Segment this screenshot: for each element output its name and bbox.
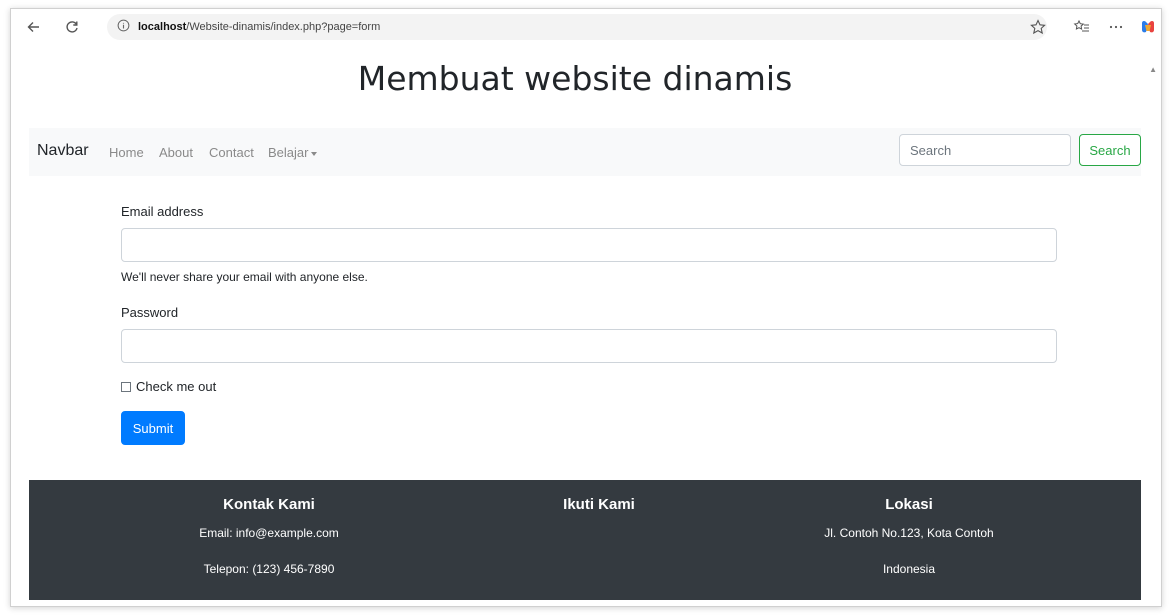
favorite-star-icon[interactable] [1029, 18, 1047, 36]
nav-link-about[interactable]: About [159, 145, 193, 160]
footer-location-heading: Lokasi [885, 496, 933, 513]
footer-contact-heading: Kontak Kami [223, 496, 315, 513]
email-field[interactable] [121, 228, 1057, 262]
nav-dropdown-belajar[interactable]: Belajar [268, 145, 318, 160]
favorites-list-icon[interactable] [1073, 18, 1091, 36]
info-icon[interactable] [117, 19, 130, 35]
email-label: Email address [121, 204, 204, 219]
footer-location-address: Jl. Contoh No.123, Kota Contoh [824, 526, 994, 540]
navbar-brand[interactable]: Navbar [37, 142, 89, 160]
search-button[interactable]: Search [1079, 134, 1141, 166]
url-host: localhost [138, 21, 187, 33]
footer-contact-email: Email: info@example.com [199, 526, 339, 540]
nav-link-home[interactable]: Home [109, 145, 144, 160]
password-field[interactable] [121, 329, 1057, 363]
back-arrow-icon[interactable] [25, 18, 43, 36]
dropdown-caret-icon [311, 151, 318, 156]
password-label: Password [121, 305, 179, 320]
address-bar[interactable]: localhost/Website-dinamis/index.php?page… [107, 14, 1047, 40]
nav-link-contact[interactable]: Contact [209, 145, 254, 160]
check-me-out-row[interactable]: Check me out [121, 379, 216, 394]
search-input[interactable] [899, 134, 1071, 166]
scroll-up-arrow-icon[interactable]: ▲ [1149, 65, 1157, 74]
submit-button[interactable]: Submit [121, 411, 185, 445]
reload-icon[interactable] [63, 18, 81, 36]
footer-follow-heading: Ikuti Kami [563, 496, 635, 513]
checkbox-label[interactable]: Check me out [136, 379, 216, 394]
navbar: Navbar Home About Contact Belajar Search [29, 128, 1141, 176]
email-help-text: We'll never share your email with anyone… [121, 270, 368, 284]
browser-toolbar: localhost/Website-dinamis/index.php?page… [11, 9, 1161, 45]
footer-contact-phone: Telepon: (123) 456-7890 [203, 562, 335, 576]
browser-window: localhost/Website-dinamis/index.php?page… [10, 8, 1162, 607]
nav-dropdown-label: Belajar [268, 145, 309, 160]
check-me-out-checkbox[interactable] [121, 381, 131, 392]
footer-location-country: Indonesia [882, 562, 936, 576]
page-title: Membuat website dinamis [357, 59, 793, 98]
copilot-icon[interactable] [1139, 18, 1157, 36]
url-path: /Website-dinamis/index.php?page=form [186, 21, 381, 33]
page-content: ▲ Membuat website dinamis Navbar Home Ab… [11, 45, 1161, 606]
more-options-icon[interactable] [1107, 18, 1125, 36]
footer: Kontak Kami Email: info@example.com Tele… [29, 480, 1141, 600]
